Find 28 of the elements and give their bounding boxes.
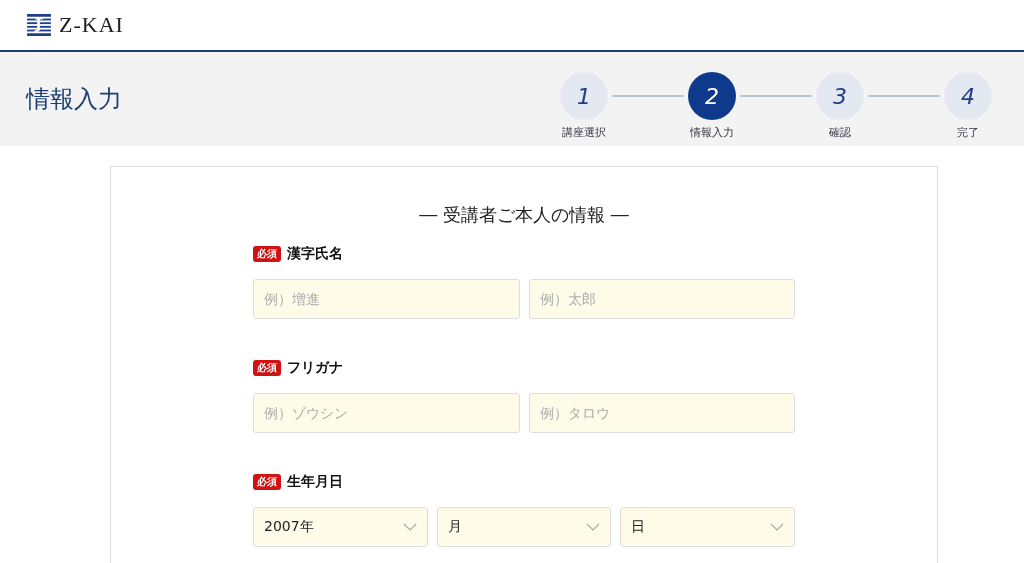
step-number: 2: [688, 72, 736, 120]
required-badge: 必須: [253, 360, 281, 376]
section-heading: ― 受講者ご本人の情報 ―: [418, 203, 630, 227]
step-label: 確認: [829, 125, 851, 140]
select-field[interactable]: 月: [436, 507, 612, 547]
logo-text: Z-KAI: [59, 12, 124, 38]
step-number: 4: [944, 72, 992, 120]
input-field[interactable]: 例）ゾウシン: [253, 393, 520, 433]
step-label: 完了: [957, 125, 979, 140]
step-label: 情報入力: [690, 125, 734, 140]
page-title: 情報入力: [26, 84, 122, 115]
chevron-icon: [770, 523, 784, 531]
step-number: 1: [560, 72, 608, 120]
step-number: 3: [816, 72, 864, 120]
field-label: フリガナ: [287, 359, 343, 377]
field-label: 生年月日: [287, 473, 343, 491]
step-label: 講座選択: [562, 125, 606, 140]
input-field[interactable]: 例）増進: [253, 279, 520, 319]
required-badge: 必須: [253, 474, 281, 490]
input-field[interactable]: 例）太郎: [528, 279, 795, 319]
field-label: 漢字氏名: [287, 245, 343, 263]
chevron-icon: [586, 523, 601, 531]
required-badge: 必須: [253, 246, 281, 262]
select-field[interactable]: 2007年: [253, 507, 428, 547]
chevron-icon: [402, 523, 417, 531]
input-field[interactable]: 例）タロウ: [528, 393, 795, 433]
logo-icon: [27, 14, 51, 36]
select-field[interactable]: 日: [620, 507, 795, 547]
